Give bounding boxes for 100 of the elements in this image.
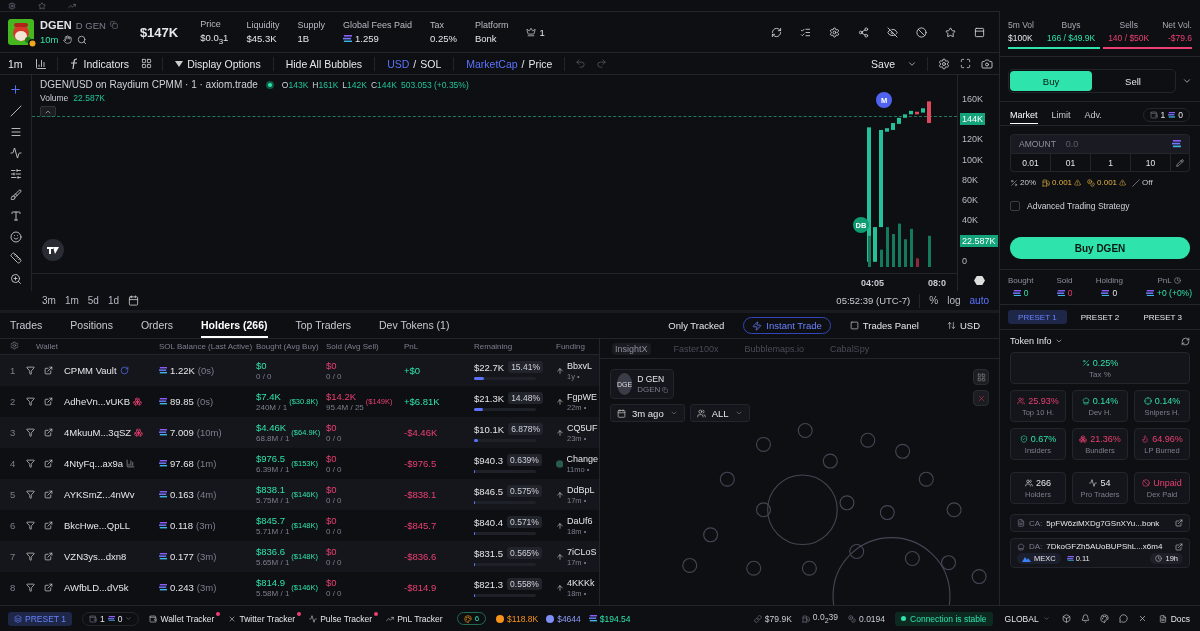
tracker-button[interactable]: Twitter Tracker bbox=[228, 613, 300, 624]
refresh-icon[interactable] bbox=[1181, 336, 1190, 346]
holder-filter[interactable]: ALL bbox=[689, 404, 750, 422]
wallet-address[interactable]: CPMM Vault bbox=[64, 365, 117, 376]
panel-tab[interactable]: Trades bbox=[10, 313, 43, 338]
advanced-checkbox[interactable] bbox=[1010, 201, 1020, 211]
hide-bubbles-button[interactable]: Hide All Bubbles bbox=[283, 57, 365, 70]
address-value[interactable]: 7DkoGFZh5AUoBUPShL...x6m4 bbox=[1046, 542, 1163, 551]
eye-off-icon[interactable] bbox=[887, 26, 898, 38]
sliders-icon[interactable] bbox=[9, 168, 22, 180]
docs-button[interactable]: Docs bbox=[1156, 613, 1192, 624]
star-icon[interactable] bbox=[38, 1, 46, 10]
share-icon[interactable] bbox=[858, 26, 869, 38]
candles-icon[interactable] bbox=[34, 57, 47, 70]
lines-icon[interactable] bbox=[9, 126, 22, 138]
camera-icon[interactable] bbox=[981, 57, 993, 70]
panel-tab[interactable]: Top Traders bbox=[295, 313, 351, 338]
side-tab[interactable]: Sell bbox=[1092, 71, 1174, 91]
range-button[interactable]: 1m bbox=[64, 295, 79, 306]
panel-tab[interactable]: Positions bbox=[70, 313, 113, 338]
x-logo-icon[interactable] bbox=[1137, 614, 1147, 623]
wallet-address[interactable]: AdheVn...vUKB bbox=[64, 396, 130, 407]
currency-toggle[interactable]: USD / SOL bbox=[385, 57, 444, 70]
wallet-address[interactable]: VZN3ys...dxn8 bbox=[64, 551, 127, 562]
table-button[interactable] bbox=[973, 369, 989, 385]
funding-source[interactable]: DaUf6 bbox=[567, 515, 593, 526]
external-link-icon[interactable] bbox=[44, 490, 53, 499]
text-icon[interactable] bbox=[9, 210, 22, 222]
preset-button[interactable]: PRESET 1 bbox=[8, 611, 72, 626]
time-filter[interactable]: 3m ago bbox=[610, 404, 685, 422]
quick-amount-button[interactable]: 0.01 bbox=[1011, 154, 1051, 171]
buy-button[interactable]: Buy DGEN bbox=[1010, 237, 1190, 259]
tool-tab[interactable]: InsightX bbox=[612, 342, 651, 355]
filter-icon[interactable] bbox=[26, 521, 35, 530]
funding-source[interactable]: FgpWE bbox=[567, 391, 597, 402]
funding-source[interactable]: CQ5UF bbox=[567, 422, 598, 433]
quick-amount-button[interactable]: 10 bbox=[1131, 154, 1171, 171]
quick-amount-button[interactable]: 01 bbox=[1051, 154, 1091, 171]
external-link-icon[interactable] bbox=[44, 428, 53, 437]
crosshair-icon[interactable] bbox=[9, 83, 22, 96]
only-tracked-button[interactable]: Only Tracked bbox=[659, 317, 734, 334]
metric-toggle[interactable]: MarketCap / Price bbox=[464, 57, 555, 70]
preset-tab[interactable]: PRESET 2 bbox=[1070, 310, 1130, 324]
funding-source[interactable]: DdBpL bbox=[567, 484, 595, 495]
hexagon-icon[interactable] bbox=[974, 274, 985, 286]
refresh-icon[interactable] bbox=[771, 26, 782, 38]
chat-icon[interactable] bbox=[1118, 614, 1128, 623]
wallet-address[interactable]: AWfbLD...dV5k bbox=[64, 582, 129, 593]
external-link-icon[interactable] bbox=[44, 521, 53, 530]
external-link-icon[interactable] bbox=[44, 366, 53, 375]
external-link-icon[interactable] bbox=[44, 552, 53, 561]
settings-icon[interactable] bbox=[938, 57, 950, 70]
display-options-button[interactable]: Display Options bbox=[173, 57, 263, 70]
filter-icon[interactable] bbox=[26, 552, 35, 561]
grid-icon[interactable] bbox=[141, 58, 153, 69]
scale-button[interactable]: % bbox=[929, 295, 939, 306]
tracker-button[interactable]: Wallet Tracker bbox=[149, 613, 219, 624]
fullscreen-icon[interactable] bbox=[960, 58, 971, 69]
range-button[interactable]: 5d bbox=[87, 295, 99, 306]
preset-tab[interactable]: PRESET 1 bbox=[1008, 310, 1067, 324]
bell-icon[interactable] bbox=[1080, 614, 1090, 623]
panel-tab[interactable]: Orders bbox=[140, 313, 173, 338]
indicators-button[interactable]: Indicators bbox=[67, 57, 132, 70]
wallet-address[interactable]: AYKSmZ...4nWv bbox=[64, 489, 135, 500]
trades-panel-button[interactable]: Trades Panel bbox=[840, 317, 928, 334]
filter-icon[interactable] bbox=[26, 397, 35, 406]
order-type-tab[interactable]: Limit bbox=[1051, 109, 1071, 124]
order-type-tab[interactable]: Market bbox=[1010, 109, 1038, 124]
funding-source[interactable]: 4KKKk bbox=[567, 577, 595, 588]
search-icon[interactable] bbox=[77, 34, 88, 45]
tracker-button[interactable]: Pulse Tracker bbox=[309, 613, 377, 624]
filter-icon[interactable] bbox=[26, 428, 35, 437]
interval-button[interactable]: 1m bbox=[6, 57, 25, 70]
funding-source[interactable]: 7iCLoS bbox=[567, 546, 597, 557]
filter-icon[interactable] bbox=[26, 490, 35, 499]
wallet-address[interactable]: 4MkuuM...3qSZ bbox=[64, 427, 132, 438]
scale-button[interactable]: log bbox=[947, 295, 961, 306]
tracker-button[interactable]: PnL Tracker bbox=[386, 613, 447, 624]
wallet-address[interactable]: BkcHwe...QpLL bbox=[64, 520, 130, 531]
external-link-icon[interactable] bbox=[44, 397, 53, 406]
range-button[interactable]: 3m bbox=[42, 295, 56, 306]
panel-icon[interactable] bbox=[974, 26, 985, 38]
save-button[interactable]: Save bbox=[869, 57, 897, 70]
pattern-icon[interactable] bbox=[9, 147, 22, 159]
panel-tab[interactable]: Holders (266) bbox=[201, 313, 268, 338]
ruler-icon[interactable] bbox=[9, 252, 22, 264]
external-link-icon[interactable] bbox=[44, 459, 53, 468]
trend-line-icon[interactable] bbox=[9, 105, 22, 117]
external-link-icon[interactable] bbox=[44, 583, 53, 592]
amount-input[interactable]: 0.0 bbox=[1063, 138, 1154, 150]
contract-address[interactable]: CA: 5pFW6ziMXDg7GSnXYu...bonk bbox=[1010, 514, 1190, 532]
currency-button[interactable]: USD bbox=[937, 317, 989, 334]
funding-source[interactable]: BbxvL bbox=[567, 360, 592, 371]
chevron-down-icon[interactable] bbox=[1054, 337, 1063, 345]
wallet-address[interactable]: 4NtyFq...ax9a bbox=[64, 458, 124, 469]
quick-amount-button[interactable]: 1 bbox=[1091, 154, 1131, 171]
region-button[interactable]: GLOBAL bbox=[1002, 613, 1052, 624]
amount-field[interactable]: AMOUNT 0.0 bbox=[1010, 134, 1190, 154]
zoom-icon[interactable] bbox=[9, 273, 22, 285]
list-icon[interactable] bbox=[800, 26, 811, 38]
